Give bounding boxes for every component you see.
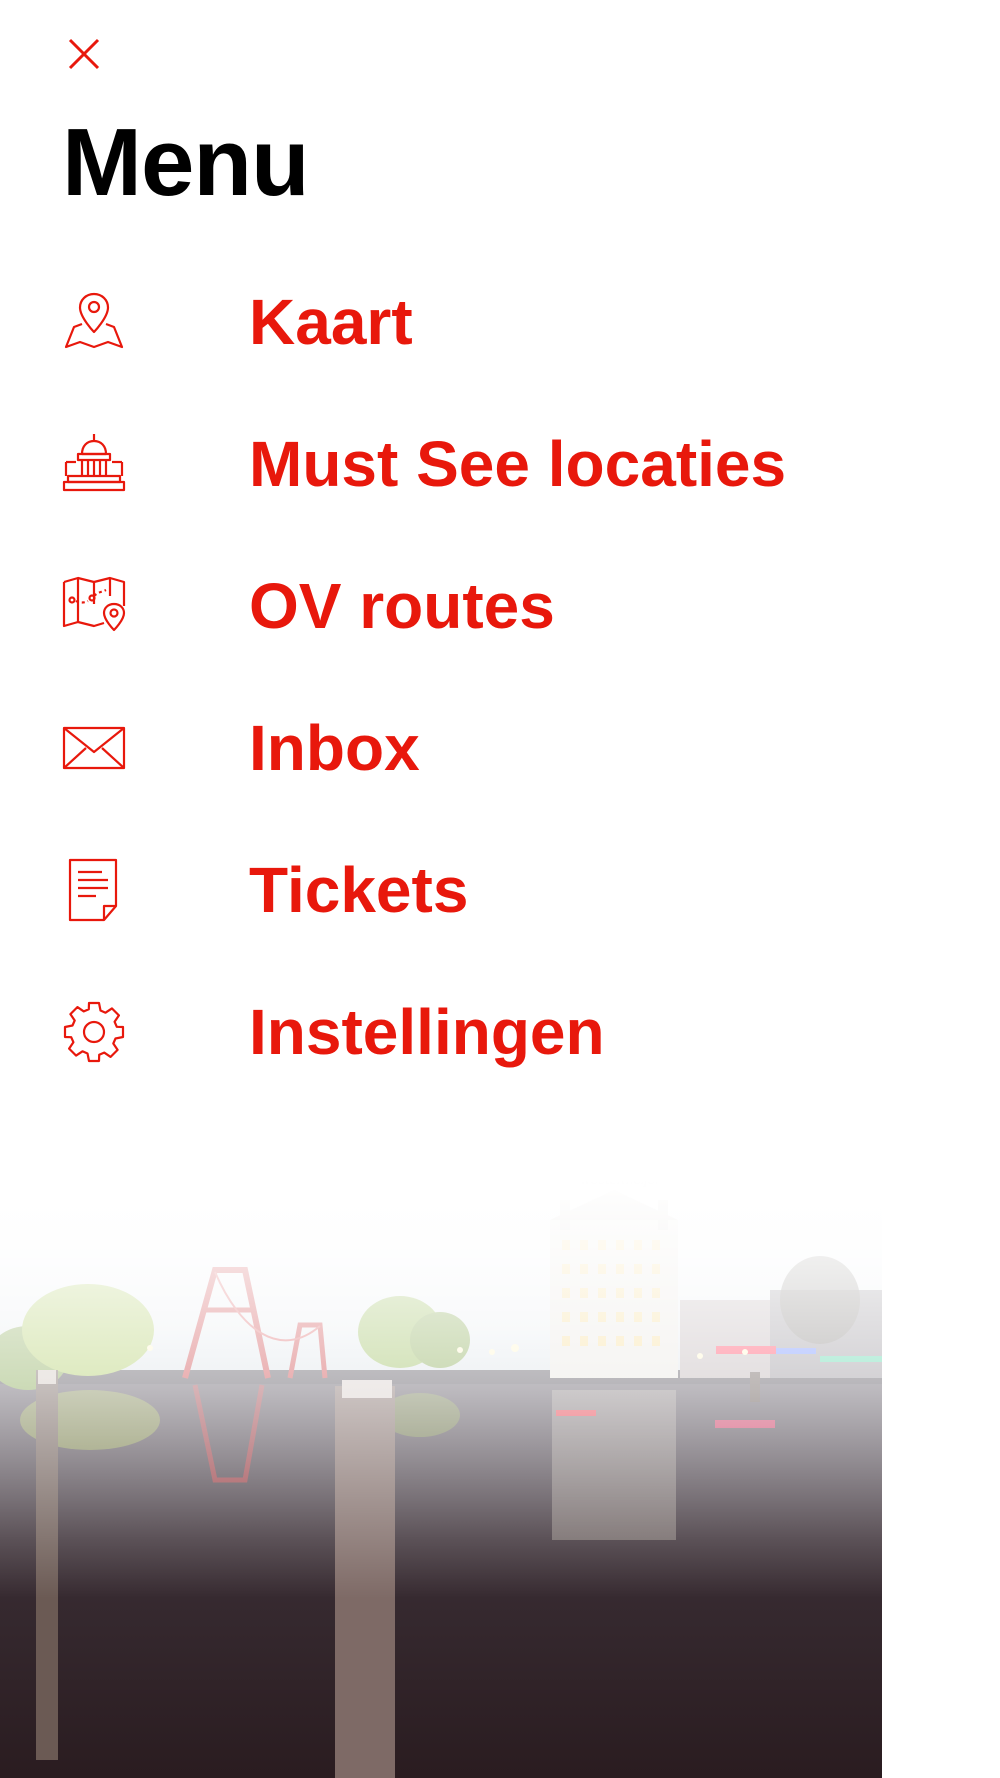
menu-item-label: Tickets (249, 854, 469, 926)
landmark-icon (62, 432, 126, 496)
menu-item-label: Must See locaties (249, 428, 787, 500)
menu-list: Kaart Must See locaties OV routes Inbox … (62, 282, 842, 1134)
background-strip (882, 0, 1000, 1778)
menu-item-label: Inbox (249, 712, 420, 784)
route-map-icon (62, 574, 126, 638)
menu-item-instellingen[interactable]: Instellingen (62, 992, 842, 1134)
envelope-icon (62, 716, 126, 780)
menu-drawer: Menu Kaart Must See locaties OV routes I… (0, 0, 882, 1778)
menu-item-label: Kaart (249, 286, 413, 358)
menu-item-label: OV routes (249, 570, 555, 642)
map-pin-icon (62, 290, 126, 354)
menu-item-tickets[interactable]: Tickets (62, 850, 842, 992)
menu-item-ov-routes[interactable]: OV routes (62, 566, 842, 708)
city-background-image: westermeijer (0, 1180, 882, 1778)
close-icon (68, 38, 100, 70)
menu-item-inbox[interactable]: Inbox (62, 708, 842, 850)
menu-item-must-see[interactable]: Must See locaties (62, 424, 842, 566)
menu-item-kaart[interactable]: Kaart (62, 282, 842, 424)
document-icon (62, 858, 126, 922)
gear-icon (62, 1000, 126, 1064)
close-button[interactable] (62, 32, 106, 76)
menu-item-label: Instellingen (249, 996, 605, 1068)
page-title: Menu (62, 109, 310, 216)
